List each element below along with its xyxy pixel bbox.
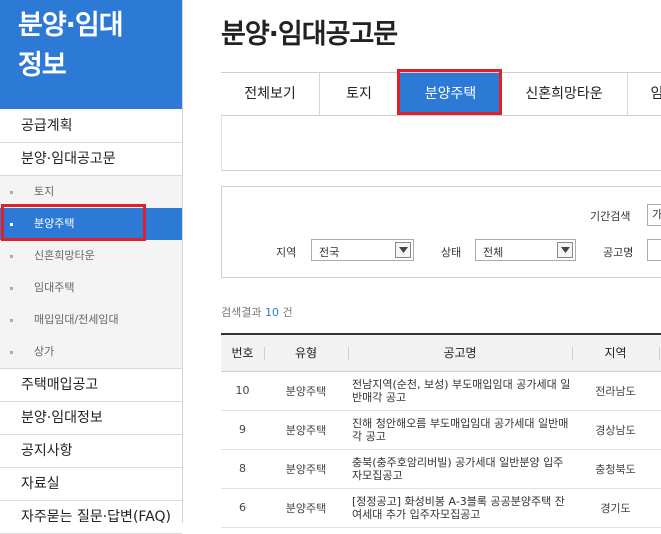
period-label: 기간검색	[590, 210, 631, 223]
sidebar-item-house-purchase[interactable]: 주택매입공고	[0, 369, 182, 402]
status-label: 상태	[441, 246, 462, 259]
row-title-link[interactable]: 충북(충주호암리버빌) 공가세대 일반분양 입주자모집공고	[348, 449, 572, 489]
row-region: 충청북도	[572, 449, 659, 489]
table-row[interactable]: 6 분양주택 [정정공고] 화성비봉 A-3블록 공공분양주택 잔여세대 추가 …	[221, 488, 661, 528]
sidebar-subitem-land[interactable]: 토지	[0, 176, 182, 208]
region-label: 지역	[276, 246, 297, 259]
status-select-value: 전체	[483, 246, 504, 259]
tab-newlywed-town[interactable]: 신혼희망타운	[501, 73, 628, 115]
sidebar-subitem-label: 토지	[34, 185, 55, 198]
table-row[interactable]: 9 분양주택 진해 청안해오름 부도매입임대 공가세대 일반매각 공고 경상남도	[221, 410, 661, 450]
bullet-icon	[10, 255, 13, 258]
notice-name-label: 공고명	[603, 246, 634, 259]
row-number: 6	[221, 488, 264, 528]
sidebar-subitem-label: 상가	[34, 345, 55, 358]
header-number: 번호	[221, 334, 264, 372]
tab-land[interactable]: 토지	[319, 73, 400, 115]
bullet-icon	[10, 287, 13, 290]
bullet-icon	[10, 191, 13, 194]
search-result-count: 검색결과 10 건	[221, 304, 293, 320]
sidebar-subitem-label: 임대주택	[34, 281, 75, 294]
sidebar-title: 분양·임대 정보	[18, 10, 124, 81]
sidebar-item-supply-plan[interactable]: 공급계획	[0, 110, 182, 143]
row-region: 경상남도	[572, 410, 659, 450]
row-title-link[interactable]: 진해 청안해오름 부도매입임대 공가세대 일반매각 공고	[348, 410, 572, 450]
row-type: 분양주택	[264, 449, 348, 489]
row-region: 전라남도	[572, 371, 659, 411]
result-prefix: 검색결과	[221, 306, 262, 319]
status-select[interactable]: 전체	[475, 239, 576, 261]
result-count: 10	[264, 306, 279, 319]
tab-panel	[221, 114, 661, 171]
sidebar-item-notices[interactable]: 분양·임대공고문	[0, 143, 182, 176]
notice-name-input[interactable]	[647, 239, 661, 261]
sidebar-subitem-commercial[interactable]: 상가	[0, 336, 182, 368]
row-number: 10	[221, 371, 264, 411]
sidebar-subitem-label: 매입임대/전세임대	[34, 313, 119, 326]
row-number: 9	[221, 410, 264, 450]
chevron-down-icon	[557, 242, 573, 258]
table-row[interactable]: 8 분양주택 충북(충주호암리버빌) 공가세대 일반분양 입주자모집공고 충청북…	[221, 449, 661, 489]
sidebar-subitem-label: 분양주택	[34, 217, 75, 230]
row-type: 분양주택	[264, 371, 348, 411]
tab-all[interactable]: 전체보기	[221, 73, 320, 115]
header-title: 공고명	[348, 334, 572, 372]
sidebar-subitem-purchase-rental[interactable]: 매입임대/전세임대	[0, 304, 182, 336]
row-type: 분양주택	[264, 410, 348, 450]
sidebar-subitem-newlywed-town[interactable]: 신혼희망타운	[0, 240, 182, 272]
bullet-icon	[10, 351, 13, 354]
tab-rental[interactable]: 임	[627, 73, 661, 115]
sidebar-header: 분양·임대 정보	[0, 0, 182, 109]
sidebar-subitem-sale-housing[interactable]: 분양주택	[0, 208, 182, 240]
result-suffix: 건	[282, 306, 293, 319]
region-select-value: 전국	[319, 246, 340, 259]
search-form: 기간검색 가 지역 전국 상태 전체 공고명	[221, 186, 661, 278]
sidebar-item-announcements[interactable]: 공지사항	[0, 435, 182, 468]
sidebar: 분양·임대 정보 공급계획 분양·임대공고문 토지 분양주택 신혼희망타운 임대…	[0, 0, 183, 534]
chevron-down-icon	[395, 242, 411, 258]
header-region: 지역	[572, 334, 659, 372]
header-type: 유형	[264, 334, 348, 372]
row-region: 경기도	[572, 488, 659, 528]
sidebar-item-archive[interactable]: 자료실	[0, 468, 182, 501]
notice-table: 번호 유형 공고명 지역 10 분양주택 전남지역(순천, 보성) 부도매입임대…	[221, 333, 661, 528]
row-type: 분양주택	[264, 488, 348, 528]
tab-bar: 전체보기 토지 분양주택 신혼희망타운 임	[221, 72, 661, 116]
bullet-icon	[10, 223, 13, 226]
sidebar-subitem-rental-housing[interactable]: 임대주택	[0, 272, 182, 304]
sidebar-subitem-label: 신혼희망타운	[34, 249, 95, 262]
table-header-row: 번호 유형 공고명 지역	[221, 334, 661, 372]
row-number: 8	[221, 449, 264, 489]
sidebar-menu: 공급계획 분양·임대공고문 토지 분양주택 신혼희망타운 임대주택 매입임대/전…	[0, 110, 182, 534]
sidebar-item-faq[interactable]: 자주묻는 질문·답변(FAQ)	[0, 501, 182, 534]
period-start-input[interactable]: 가	[647, 204, 661, 226]
bullet-icon	[10, 319, 13, 322]
page-title: 분양·임대공고문	[221, 19, 398, 50]
row-title-link[interactable]: 전남지역(순천, 보성) 부도매입임대 공가세대 일반매각 공고	[348, 371, 572, 411]
table-row[interactable]: 10 분양주택 전남지역(순천, 보성) 부도매입임대 공가세대 일반매각 공고…	[221, 371, 661, 411]
sidebar-item-info[interactable]: 분양·임대정보	[0, 402, 182, 435]
row-title-link[interactable]: [정정공고] 화성비봉 A-3블록 공공분양주택 잔여세대 추가 입주자모집공고	[348, 488, 572, 528]
tab-sale-housing[interactable]: 분양주택	[400, 73, 501, 115]
sidebar-submenu: 토지 분양주택 신혼희망타운 임대주택 매입임대/전세임대 상가	[0, 176, 182, 369]
region-select[interactable]: 전국	[311, 239, 414, 261]
main-content: 분양·임대공고문 전체보기 토지 분양주택 신혼희망타운 임 기간검색 가 지역…	[183, 0, 661, 528]
